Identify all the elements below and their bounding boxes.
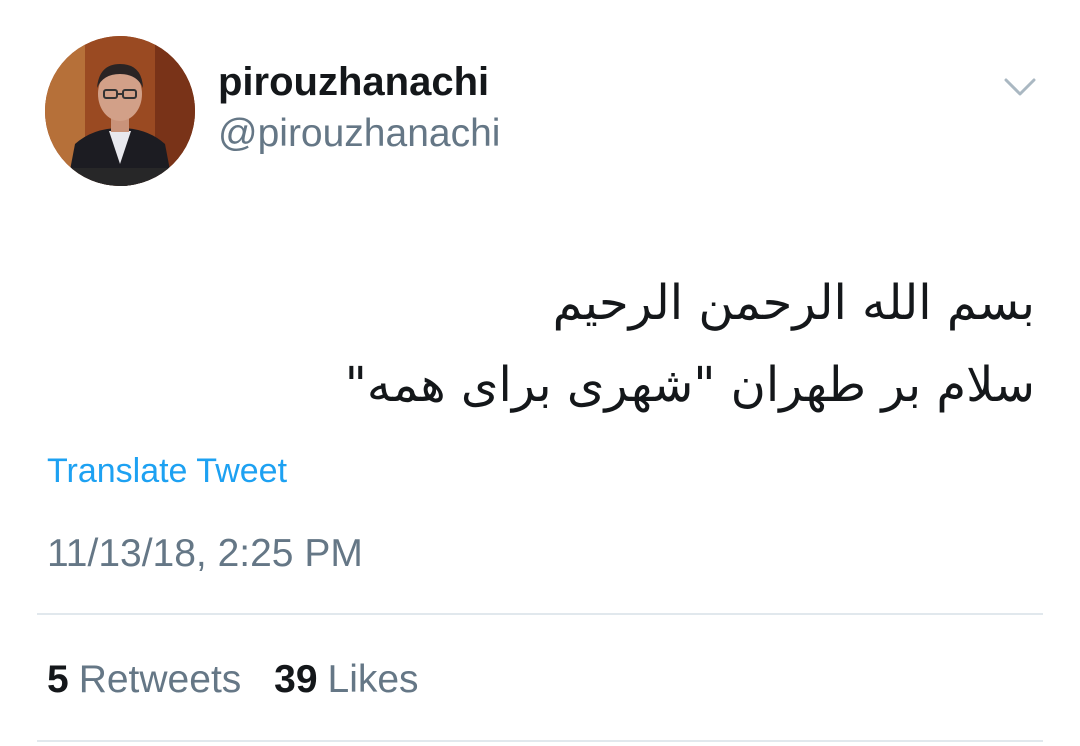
tweet-text-line: بسم الله الرحمن الرحیم: [552, 275, 1035, 331]
divider: [37, 613, 1043, 615]
profile-photo-icon: [45, 36, 195, 186]
tweet-stats: 5 Retweets 39 Likes: [47, 658, 441, 702]
retweets-label: Retweets: [78, 658, 242, 701]
retweets-stat[interactable]: 5 Retweets: [47, 658, 241, 702]
likes-count: 39: [274, 658, 318, 701]
avatar[interactable]: [45, 36, 195, 186]
tweet-card: pirouzhanachi @pirouzhanachi بسم الله ال…: [0, 0, 1080, 746]
tweet-text-line: سلام بر طهران "شهری برای همه": [344, 357, 1035, 413]
user-handle[interactable]: @pirouzhanachi: [218, 112, 500, 156]
likes-label: Likes: [327, 658, 419, 701]
chevron-down-icon[interactable]: [1000, 68, 1040, 108]
likes-stat[interactable]: 39 Likes: [274, 658, 418, 702]
translate-tweet-link[interactable]: Translate Tweet: [47, 452, 287, 491]
divider: [37, 740, 1043, 742]
display-name[interactable]: pirouzhanachi: [218, 60, 489, 105]
tweet-timestamp[interactable]: 11/13/18, 2:25 PM: [47, 532, 363, 576]
retweets-count: 5: [47, 658, 69, 701]
tweet-text: بسم الله الرحمن الرحیم سلام بر طهران "شه…: [235, 262, 1035, 426]
